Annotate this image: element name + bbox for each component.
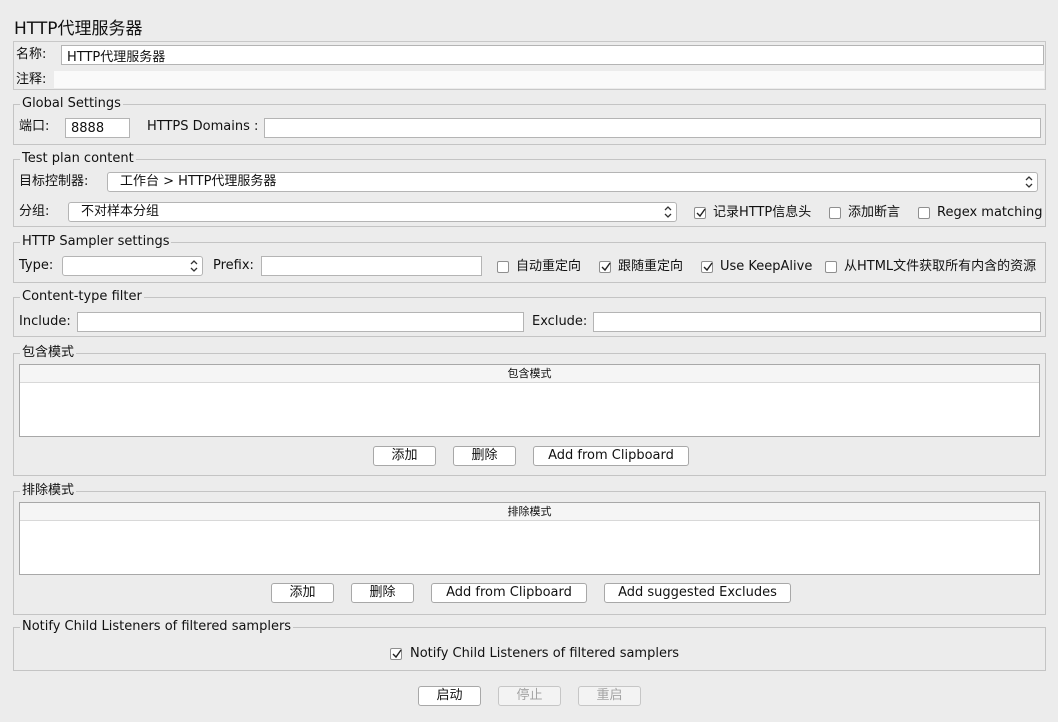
notify-legend: Notify Child Listeners of filtered sampl… [20, 619, 294, 635]
target-controller-select[interactable]: 工作台 > HTTP代理服务器 [107, 172, 1038, 192]
exclude-patterns-table[interactable]: 排除模式 [19, 502, 1040, 575]
prefix-field[interactable] [261, 256, 482, 276]
select-arrows-icon [1025, 176, 1033, 188]
embedded-resources-checkbox[interactable] [825, 261, 837, 273]
include-clipboard-button[interactable]: Add from Clipboard [533, 446, 689, 466]
restart-button[interactable]: 重启 [578, 686, 641, 706]
keepalive-label: Use KeepAlive [720, 259, 813, 274]
type-select[interactable] [62, 256, 203, 276]
exclude-clipboard-button[interactable]: Add from Clipboard [431, 583, 587, 603]
notify-child-listeners-checkbox[interactable] [390, 648, 402, 660]
checkmark-icon [601, 262, 611, 272]
add-assertions-label: 添加断言 [848, 205, 901, 220]
exclude-label: Exclude: [532, 314, 588, 329]
content-filter-legend: Content-type filter [20, 289, 144, 305]
page-title: HTTP代理服务器 [14, 19, 143, 39]
regex-matching-checkbox[interactable] [918, 207, 930, 219]
target-controller-label: 目标控制器: [19, 174, 89, 189]
checkmark-icon [696, 208, 706, 218]
notify-group: Notify Child Listeners of filtered sampl… [13, 619, 1046, 671]
content-filter-group: Content-type filter Include: Exclude: [13, 289, 1046, 337]
name-field[interactable] [61, 45, 1044, 65]
start-button[interactable]: 启动 [418, 686, 481, 706]
grouping-value: 不对样本分组 [81, 204, 160, 219]
include-add-button[interactable]: 添加 [373, 446, 436, 466]
notify-child-listeners-label: Notify Child Listeners of filtered sampl… [410, 646, 680, 661]
checkmark-icon [703, 262, 713, 272]
exclude-patterns-group: 排除模式 排除模式 添加 删除 Add from Clipboard Add s… [13, 483, 1046, 615]
sampler-settings-group: HTTP Sampler settings Type: Prefix: 自动重定… [13, 234, 1046, 283]
port-label: 端口: [19, 119, 50, 134]
test-plan-group: Test plan content 目标控制器: 工作台 > HTTP代理服务器… [13, 151, 1046, 227]
target-controller-value: 工作台 > HTTP代理服务器 [120, 174, 277, 189]
include-patterns-legend: 包含模式 [20, 345, 77, 361]
name-comment-panel: 名称: 注释: [13, 41, 1046, 90]
auto-redirect-checkbox[interactable] [497, 261, 509, 273]
select-arrows-icon [190, 260, 198, 272]
port-field[interactable] [65, 118, 130, 138]
keepalive-checkbox[interactable] [701, 261, 713, 273]
https-domains-label: HTTPS Domains : [147, 119, 259, 134]
include-delete-button[interactable]: 删除 [453, 446, 516, 466]
comment-field[interactable] [54, 71, 1044, 88]
follow-redirect-label: 跟随重定向 [618, 259, 684, 274]
stop-button[interactable]: 停止 [498, 686, 561, 706]
checkmark-icon [392, 649, 402, 659]
exclude-patterns-column-header[interactable]: 排除模式 [20, 503, 1039, 521]
embedded-resources-label: 从HTML文件获取所有内含的资源 [844, 259, 1037, 274]
exclude-delete-button[interactable]: 删除 [351, 583, 414, 603]
sampler-settings-legend: HTTP Sampler settings [20, 234, 172, 250]
include-field[interactable] [77, 312, 524, 332]
regex-matching-label: Regex matching [937, 205, 1043, 220]
auto-redirect-label: 自动重定向 [516, 259, 582, 274]
test-plan-legend: Test plan content [20, 151, 136, 167]
type-label: Type: [19, 258, 54, 273]
grouping-select[interactable]: 不对样本分组 [68, 202, 677, 222]
include-label: Include: [19, 314, 71, 329]
include-patterns-table[interactable]: 包含模式 [19, 364, 1040, 437]
include-patterns-group: 包含模式 包含模式 添加 删除 Add from Clipboard [13, 345, 1046, 476]
follow-redirect-checkbox[interactable] [599, 261, 611, 273]
include-patterns-column-header[interactable]: 包含模式 [20, 365, 1039, 383]
global-settings-legend: Global Settings [20, 96, 123, 112]
record-headers-label: 记录HTTP信息头 [713, 205, 812, 220]
https-domains-field[interactable] [264, 118, 1041, 138]
add-suggested-excludes-button[interactable]: Add suggested Excludes [604, 583, 791, 603]
record-headers-checkbox[interactable] [694, 207, 706, 219]
prefix-label: Prefix: [213, 258, 254, 273]
grouping-label: 分组: [19, 204, 50, 219]
global-settings-group: Global Settings 端口: HTTPS Domains : [13, 96, 1046, 145]
exclude-add-button[interactable]: 添加 [271, 583, 334, 603]
select-arrows-icon [664, 206, 672, 218]
exclude-patterns-legend: 排除模式 [20, 483, 77, 499]
exclude-field[interactable] [593, 312, 1041, 332]
comment-label: 注释: [16, 72, 47, 87]
name-label: 名称: [16, 47, 47, 62]
add-assertions-checkbox[interactable] [829, 207, 841, 219]
